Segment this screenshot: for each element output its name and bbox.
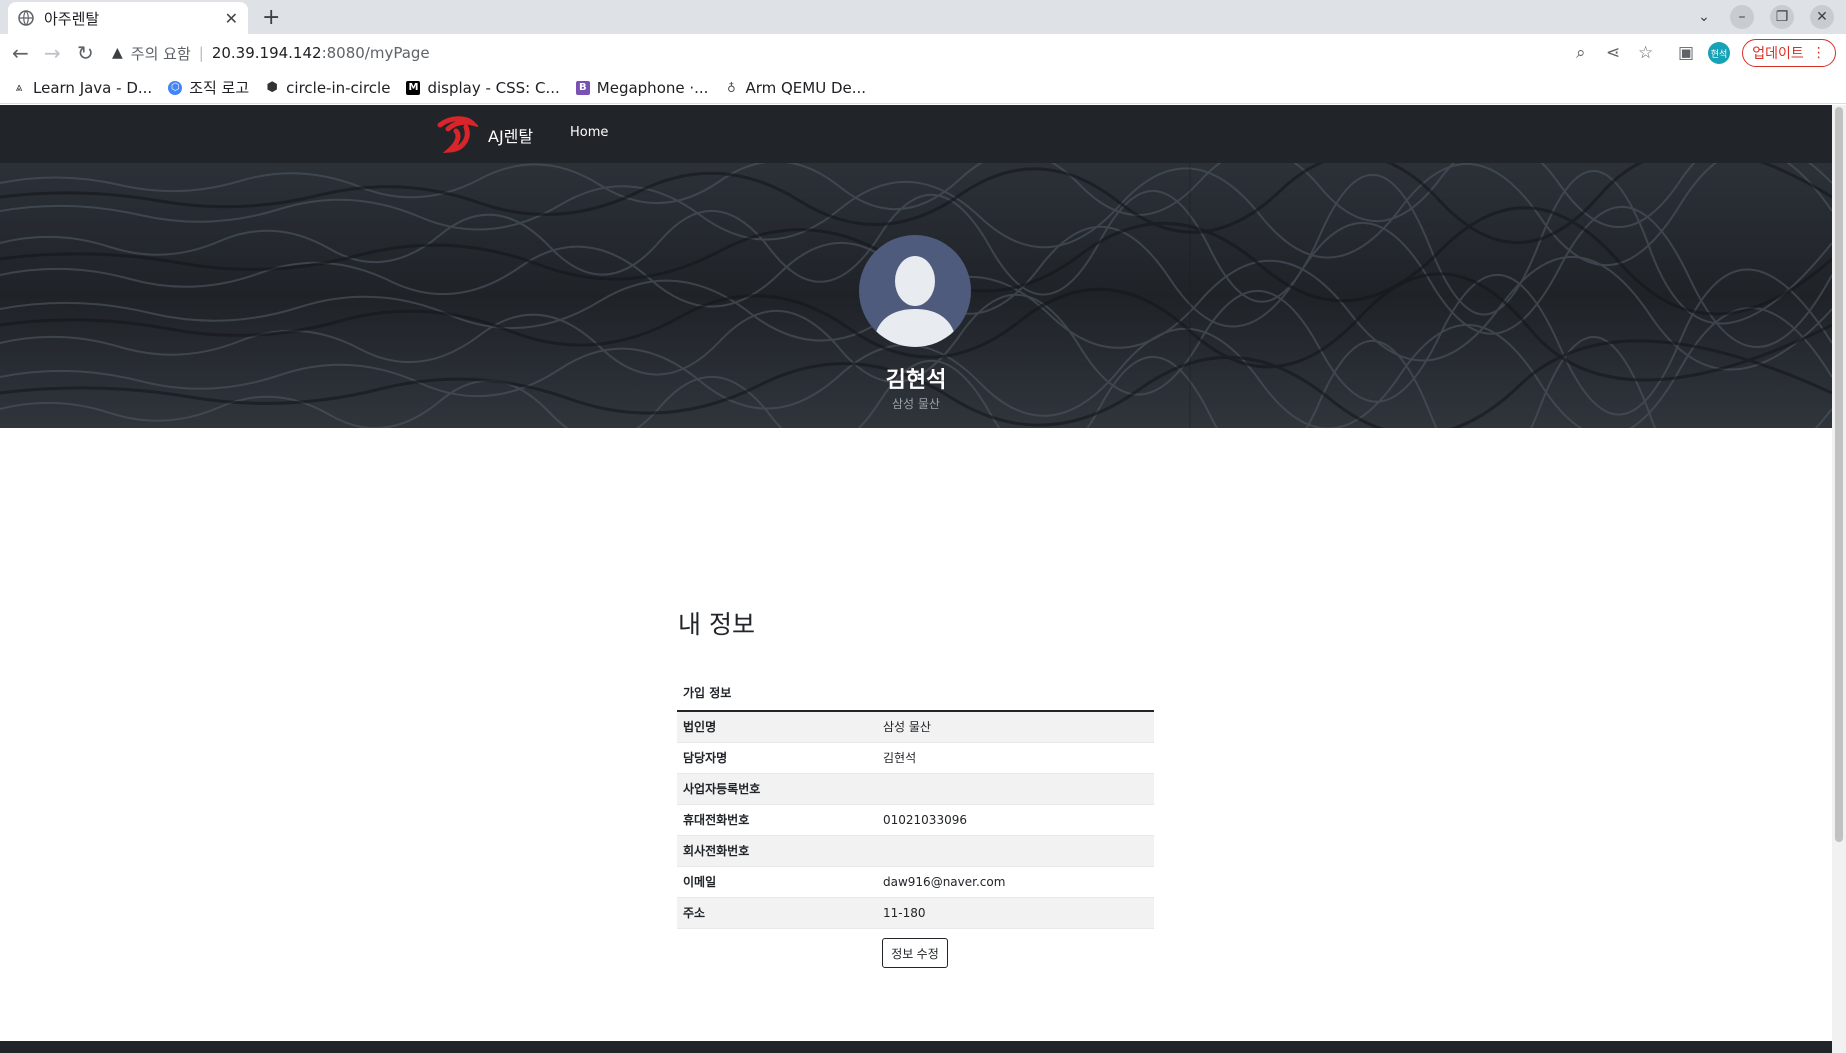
page-scrollbar[interactable] xyxy=(1832,105,1846,1053)
address-separator: | xyxy=(198,44,204,62)
table-header-row: 가입 정보 xyxy=(677,675,1154,712)
row-label: 사업자등록번호 xyxy=(677,773,877,805)
browser-tab[interactable]: 아주렌탈 ✕ xyxy=(8,2,248,34)
bookmark-item[interactable]: ⬢ circle-in-circle xyxy=(265,79,390,97)
member-info-table: 가입 정보 법인명 삼성 물산 담당자명 김현석 사업자등록번호 휴대전화번호 010… xyxy=(677,675,1154,929)
row-value: 삼성 물산 xyxy=(877,711,1154,743)
scrollbar-thumb[interactable] xyxy=(1835,107,1843,842)
profile-avatar xyxy=(859,235,971,347)
bookmark-label: Arm QEMU De... xyxy=(745,78,867,97)
bookmark-mdn-icon: M xyxy=(406,80,421,95)
table-row: 이메일 daw916@naver.com xyxy=(677,866,1154,898)
bookmark-label: 조직 로고 xyxy=(189,79,250,97)
bookmark-item[interactable]: ♁ Arm QEMU De... xyxy=(724,79,866,97)
bookmark-label: circle-in-circle xyxy=(286,78,391,97)
profile-company: 삼성 물산 xyxy=(892,397,940,411)
address-bar[interactable]: ▲ 주의 요함 | 20.39.194.142 :8080/myPage xyxy=(112,38,1582,68)
bookmark-hex-icon: ⬡ xyxy=(168,80,183,95)
bookmark-label: display - CSS: C... xyxy=(427,78,560,97)
row-value xyxy=(877,773,1154,805)
user-silhouette-icon xyxy=(873,256,957,347)
bookmark-item[interactable]: B Megaphone ·... xyxy=(575,78,709,97)
table-row: 사업자등록번호 xyxy=(677,773,1154,805)
bookmark-label: Megaphone ·... xyxy=(596,78,709,97)
address-path: :8080/myPage xyxy=(321,44,430,62)
row-label: 주소 xyxy=(677,897,877,929)
row-label: 담당자명 xyxy=(677,742,877,774)
profile-avatar-chip[interactable]: 현석 xyxy=(1708,42,1730,64)
row-label: 법인명 xyxy=(677,711,877,743)
brand-name[interactable]: AJ렌탈 xyxy=(488,123,533,147)
site-footer xyxy=(0,1041,1832,1053)
back-arrow-icon[interactable]: ← xyxy=(12,41,29,65)
profile-name: 김현석 xyxy=(885,368,947,393)
bookmark-arm-icon: ♁ xyxy=(727,80,736,95)
bookmark-bootstrap-icon: B xyxy=(575,80,590,95)
row-value: 11-180 xyxy=(877,897,1154,929)
site-navbar: AJ렌탈 Home xyxy=(0,105,1832,163)
tab-search-chevron-icon[interactable]: ⌄ xyxy=(1692,5,1716,29)
page-viewport: AJ렌탈 Home 김현석 삼성 물산 내 정보 가입 정보 법인명 삼성 물산… xyxy=(0,105,1846,1053)
restore-icon[interactable]: ❐ xyxy=(1770,5,1794,29)
table-row: 담당자명 김현석 xyxy=(677,742,1154,774)
close-window-icon[interactable]: ✕ xyxy=(1810,5,1834,29)
share-icon[interactable]: ⋖ xyxy=(1606,43,1620,63)
bookmark-label: Learn Java - D... xyxy=(33,78,153,97)
row-value: 01021033096 xyxy=(877,804,1154,836)
globe-icon xyxy=(18,10,34,26)
bookmark-codepen-icon: ⬢ xyxy=(266,80,278,95)
bookmark-item[interactable]: ⩓ Learn Java - D... xyxy=(12,78,153,97)
row-label: 이메일 xyxy=(677,866,877,898)
bookmarks-bar: ⩓ Learn Java - D... ⬡ 조직 로고 ⬢ circle-in-cir… xyxy=(0,72,1846,104)
reload-icon[interactable]: ↻ xyxy=(77,41,94,65)
row-label: 회사전화번호 xyxy=(677,835,877,867)
tab-close-icon[interactable]: ✕ xyxy=(225,9,238,28)
browser-tabstrip: 아주렌탈 ✕ + ⌄ – ❐ ✕ xyxy=(0,0,1846,34)
table-row: 휴대전화번호 01021033096 xyxy=(677,804,1154,836)
zoom-icon[interactable]: ⌕ xyxy=(1576,43,1586,63)
row-label: 휴대전화번호 xyxy=(677,804,877,836)
bookmark-item[interactable]: ⬡ 조직 로고 xyxy=(168,77,249,98)
row-value: daw916@naver.com xyxy=(877,866,1154,898)
table-row: 주소 11-180 xyxy=(677,897,1154,929)
update-label: 업데이트 xyxy=(1752,46,1804,62)
forward-arrow-icon[interactable]: → xyxy=(44,41,61,65)
update-button[interactable]: 업데이트 ⋮ xyxy=(1742,39,1836,67)
menu-kebab-icon: ⋮ xyxy=(1811,45,1826,61)
minimize-icon[interactable]: – xyxy=(1730,5,1754,29)
nav-home-link[interactable]: Home xyxy=(570,125,608,140)
address-host: 20.39.194.142 xyxy=(211,44,322,62)
table-header: 가입 정보 xyxy=(677,675,1154,712)
row-value xyxy=(877,835,1154,867)
side-panel-icon[interactable]: ▣ xyxy=(1678,43,1694,63)
browser-toolbar: ← → ↻ ▲ 주의 요함 | 20.39.194.142 :8080/myPa… xyxy=(0,34,1846,72)
bookmark-item[interactable]: Mdisplay - CSS: C... xyxy=(406,78,560,97)
table-row: 회사전화번호 xyxy=(677,835,1154,867)
table-row: 법인명 삼성 물산 xyxy=(677,711,1154,743)
row-value: 김현석 xyxy=(877,742,1154,774)
profile-hero-banner: 김현석 삼성 물산 xyxy=(0,163,1832,428)
tab-title: 아주렌탈 xyxy=(44,9,100,28)
edit-info-button[interactable]: 정보 수정 xyxy=(882,938,948,968)
new-tab-icon[interactable]: + xyxy=(262,5,280,30)
page-title: 내 정보 xyxy=(678,610,755,639)
aj-logo-icon[interactable] xyxy=(436,115,478,153)
security-warning-label: 주의 요함 xyxy=(130,44,191,63)
bookmark-star-icon[interactable]: ☆ xyxy=(1638,43,1653,63)
bookmark-java-icon: ⩓ xyxy=(15,80,23,94)
warning-icon: ▲ xyxy=(112,45,123,61)
